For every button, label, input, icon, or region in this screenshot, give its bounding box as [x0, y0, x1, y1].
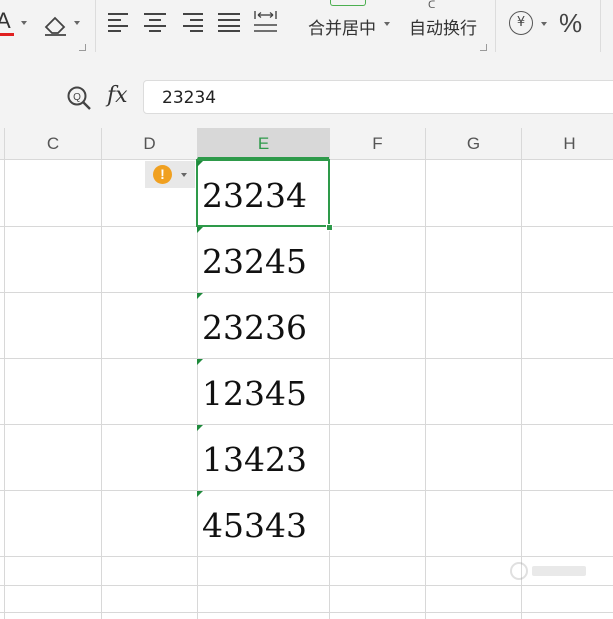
column-header-c[interactable]: C	[4, 128, 101, 159]
font-color-icon: A	[0, 8, 11, 33]
ribbon-divider	[95, 0, 96, 52]
wrap-text-icon: ᑕ	[428, 0, 436, 11]
grid-line	[101, 160, 102, 619]
watermark-logo-icon	[510, 562, 586, 580]
merge-center-icon	[330, 0, 366, 6]
formula-input[interactable]: 23234	[143, 80, 613, 114]
ribbon-divider	[495, 0, 496, 52]
justify-icon[interactable]	[218, 11, 240, 32]
text-number-indicator	[197, 227, 203, 233]
chevron-down-icon	[384, 22, 390, 26]
align-right-icon[interactable]	[181, 11, 203, 32]
alignment-group-expand-icon[interactable]	[480, 44, 487, 51]
selected-cell-outline	[196, 159, 330, 227]
formula-input-value: 23234	[162, 88, 217, 108]
text-number-indicator	[197, 425, 203, 431]
function-icon[interactable]: fx	[107, 83, 128, 108]
distributed-align-button[interactable]	[253, 8, 279, 34]
eraser-icon	[44, 16, 66, 36]
cell-e3[interactable]: 23236	[202, 308, 307, 347]
fill-handle[interactable]	[326, 224, 333, 231]
currency-icon: ¥	[509, 11, 533, 35]
grid-line	[0, 585, 613, 586]
grid-line	[0, 292, 613, 293]
svg-text:Q: Q	[73, 92, 81, 103]
font-color-bar	[0, 33, 14, 36]
cell-e2[interactable]: 23245	[202, 242, 307, 281]
chevron-down-icon	[541, 22, 547, 26]
cell-e4[interactable]: 12345	[202, 374, 307, 413]
percent-format-button[interactable]: %	[559, 8, 582, 39]
column-header-e[interactable]: E	[197, 128, 329, 159]
distributed-align-icon	[254, 11, 277, 32]
cell-e5[interactable]: 13423	[202, 440, 307, 479]
error-check-button[interactable]: !	[145, 161, 195, 188]
text-number-indicator	[197, 359, 203, 365]
column-header-g[interactable]: G	[425, 128, 521, 159]
column-header-d[interactable]: D	[101, 128, 197, 159]
wrap-text-button[interactable]: 自动换行	[409, 12, 485, 40]
text-number-indicator	[197, 293, 203, 299]
grid-line	[0, 556, 613, 557]
grid-line	[521, 160, 522, 619]
align-left-icon[interactable]	[108, 11, 130, 32]
merge-center-label: 合并居中	[308, 19, 376, 39]
font-color-button[interactable]: A	[0, 0, 32, 48]
cell-e6[interactable]: 45343	[202, 506, 307, 545]
eraser-button[interactable]	[40, 4, 84, 44]
ribbon-divider	[600, 0, 601, 52]
grid-line	[425, 160, 426, 619]
grid-line	[4, 160, 5, 619]
text-number-indicator	[197, 161, 203, 167]
warning-icon: !	[153, 165, 172, 184]
grid-line	[0, 612, 613, 613]
wrap-text-label: 自动换行	[409, 19, 477, 39]
grid-line	[0, 424, 613, 425]
chevron-down-icon	[21, 21, 27, 25]
sheet-grid[interactable]: 23234 23245 23236 12345 13423 45343	[0, 160, 613, 619]
grid-line	[0, 358, 613, 359]
chevron-down-icon	[181, 173, 187, 177]
grid-line	[0, 490, 613, 491]
font-group-expand-icon[interactable]	[79, 44, 86, 51]
currency-format-button[interactable]: ¥	[505, 8, 549, 40]
merge-center-button[interactable]: 合并居中	[308, 12, 394, 40]
column-header-h[interactable]: H	[521, 128, 613, 159]
column-header-f[interactable]: F	[329, 128, 425, 159]
ribbon-toolbar: A 合并居中 ᑕ 自动换行 ¥ %	[0, 0, 613, 62]
chevron-down-icon	[74, 21, 80, 25]
zoom-search-icon[interactable]: Q	[66, 85, 92, 111]
text-number-indicator	[197, 491, 203, 497]
column-header-row: C D E F G H	[0, 128, 613, 160]
align-center-icon[interactable]	[144, 11, 166, 32]
